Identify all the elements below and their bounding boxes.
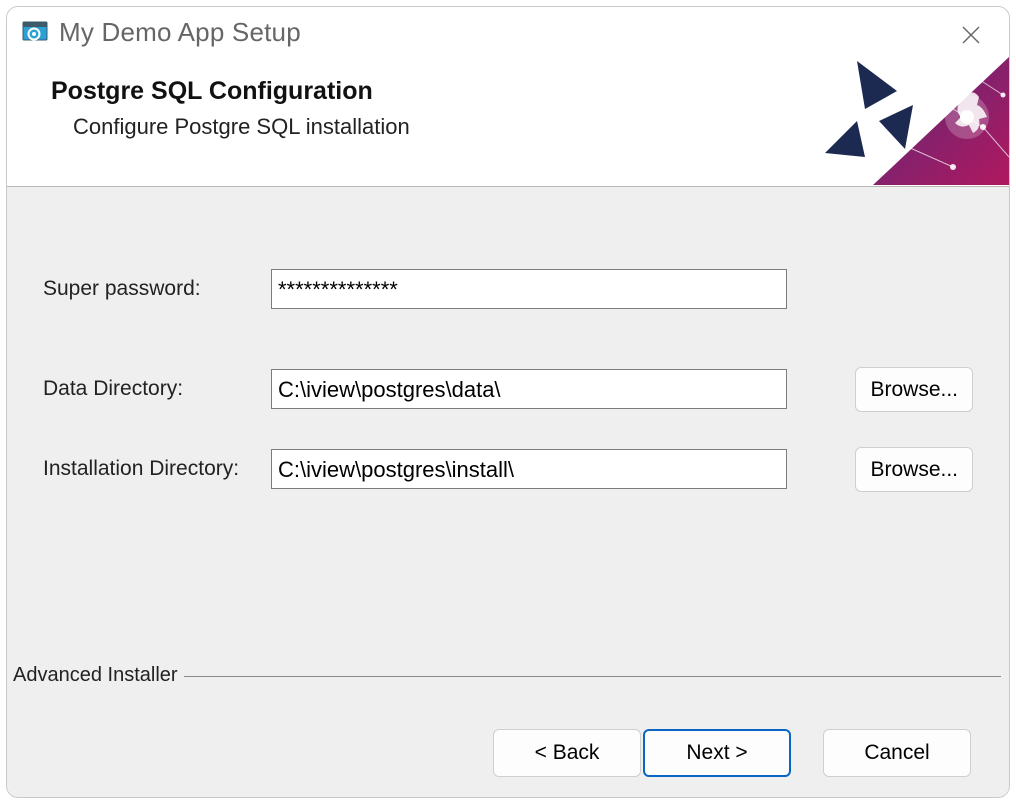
label-super-password: Super password:: [43, 277, 271, 301]
wizard-body: Super password: Data Directory: Browse..…: [7, 187, 1009, 797]
advanced-installer-label: Advanced Installer: [13, 664, 184, 687]
install-directory-input[interactable]: [271, 449, 787, 489]
window-title: My Demo App Setup: [59, 17, 301, 48]
next-button[interactable]: Next >: [643, 729, 791, 777]
advanced-installer-separator: Advanced Installer: [13, 664, 1001, 687]
installer-window: My Demo App Setup Postgre SQL Configurat…: [6, 6, 1010, 798]
wizard-footer: < Back Next > Cancel: [7, 709, 1009, 797]
label-install-directory: Installation Directory:: [43, 457, 271, 481]
browse-install-dir-button[interactable]: Browse...: [855, 447, 973, 492]
wizard-header: Postgre SQL Configuration Configure Post…: [7, 57, 1009, 187]
close-button[interactable]: [955, 19, 987, 51]
row-install-directory: Installation Directory: Browse...: [43, 449, 973, 489]
cancel-button[interactable]: Cancel: [823, 729, 971, 777]
data-directory-input[interactable]: [271, 369, 787, 409]
titlebar: My Demo App Setup: [7, 7, 1009, 57]
app-icon: [21, 20, 49, 44]
header-banner-art: [813, 57, 1009, 185]
separator-rule: [184, 676, 1001, 677]
row-super-password: Super password:: [43, 269, 973, 309]
browse-data-dir-button[interactable]: Browse...: [855, 367, 973, 412]
row-data-directory: Data Directory: Browse...: [43, 369, 973, 409]
back-button[interactable]: < Back: [493, 729, 641, 777]
super-password-input[interactable]: [271, 269, 787, 309]
label-data-directory: Data Directory:: [43, 377, 271, 401]
